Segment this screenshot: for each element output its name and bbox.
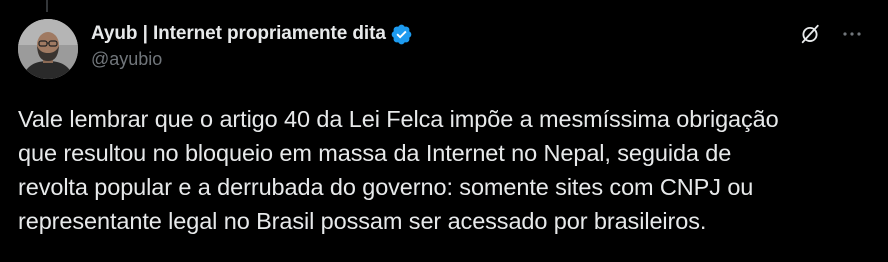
author-handle[interactable]: @ayubio — [91, 49, 413, 70]
grok-icon — [801, 24, 819, 44]
more-icon — [843, 32, 861, 36]
tweet-text: Vale lembrar que o artigo 40 da Lei Felc… — [18, 106, 779, 234]
author-display-name[interactable]: Ayub | Internet propriamente dita — [91, 23, 386, 45]
grok-button[interactable] — [796, 20, 824, 48]
tweet-actions — [796, 20, 866, 48]
tweet[interactable]: Ayub | Internet propriamente dita @ayubi… — [0, 0, 888, 262]
verified-badge-icon — [390, 23, 413, 46]
tweet-header: Ayub | Internet propriamente dita @ayubi… — [91, 21, 413, 70]
more-options-button[interactable] — [838, 20, 866, 48]
avatar[interactable] — [18, 19, 78, 79]
author-name-row: Ayub | Internet propriamente dita — [91, 21, 413, 47]
